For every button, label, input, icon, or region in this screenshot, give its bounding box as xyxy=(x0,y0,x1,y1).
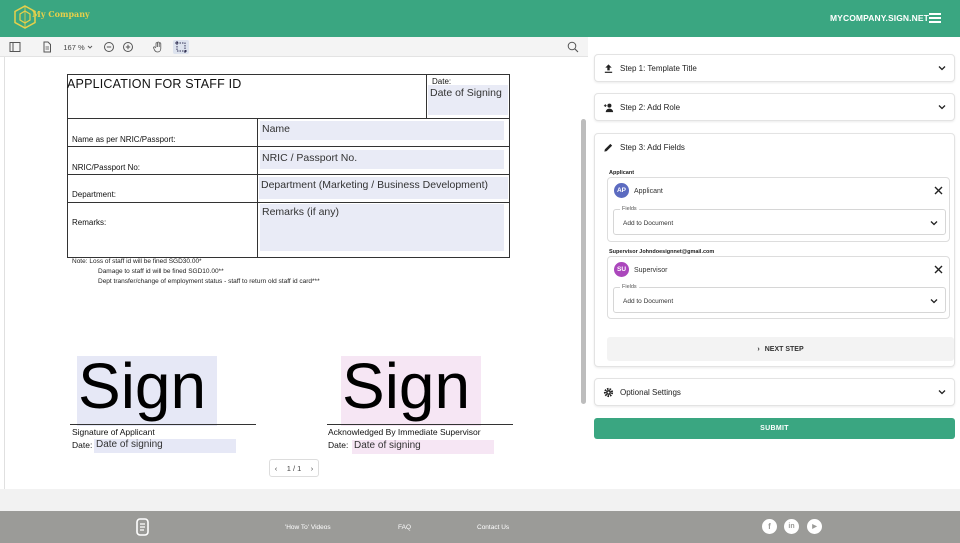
app-footer: 'How To' Videos FAQ Contact Us f in ▶ xyxy=(0,511,960,543)
chevron-down-icon xyxy=(87,45,92,49)
applicant-role-name: Applicant xyxy=(634,188,663,195)
supervisor-role-name: Supervisor xyxy=(634,267,668,274)
nric-label: NRIC/Passport No: xyxy=(72,163,141,172)
optional-settings-card[interactable]: Optional Settings xyxy=(594,378,955,406)
remarks-field[interactable]: Remarks (if any) xyxy=(260,204,504,251)
name-field[interactable]: Name xyxy=(260,121,504,140)
page-navigator: ‹ 1 / 1 › xyxy=(269,459,319,477)
step2-card[interactable]: Step 2: Add Role xyxy=(594,93,955,121)
company-name: My Company xyxy=(32,9,90,19)
chevron-down-icon[interactable] xyxy=(938,64,946,72)
nric-field[interactable]: NRIC / Passport No. xyxy=(260,150,504,169)
remarks-label: Remarks: xyxy=(72,218,107,227)
signature-line xyxy=(70,424,256,425)
facebook-icon[interactable]: f xyxy=(762,519,777,534)
optional-settings-header[interactable]: Optional Settings xyxy=(603,379,681,405)
document-icon[interactable] xyxy=(40,40,54,54)
page-indicator[interactable]: 1 / 1 xyxy=(287,464,302,473)
applicant-signature-caption: Signature of Applicant xyxy=(72,427,155,437)
supervisor-sign-text: Sign xyxy=(342,350,471,422)
footer-link-faq[interactable]: FAQ xyxy=(398,524,411,531)
close-icon[interactable] xyxy=(934,265,943,274)
supervisor-role-box: SU Supervisor Fields Add to Document xyxy=(607,256,950,319)
chevron-down-icon xyxy=(930,221,938,226)
prev-page-icon[interactable]: ‹ xyxy=(275,464,278,473)
viewer-toolbar: 167 % xyxy=(0,37,588,57)
avatar: AP xyxy=(614,183,629,198)
next-step-button[interactable]: › NEXT STEP xyxy=(607,337,954,361)
youtube-icon[interactable]: ▶ xyxy=(807,519,822,534)
supervisor-section-label: Supervisor Johndoesignnet@gmail.com xyxy=(609,249,715,255)
note-line: Dept transfer/change of employment statu… xyxy=(98,278,320,285)
note-line: Note: Loss of staff id will be fined SGD… xyxy=(72,258,202,265)
supervisor-date-field[interactable]: Date of signing xyxy=(352,440,494,454)
search-icon[interactable] xyxy=(566,40,580,54)
signature-line xyxy=(327,424,513,425)
footer-link-videos[interactable]: 'How To' Videos xyxy=(285,524,331,531)
zoom-select[interactable]: 167 % xyxy=(62,40,94,54)
note-line: Damage to staff id will be fined SGD10.0… xyxy=(98,268,224,275)
next-step-label: NEXT STEP xyxy=(764,345,804,353)
avatar: SU xyxy=(614,262,629,277)
applicant-sign-text: Sign xyxy=(78,350,207,422)
supervisor-fields-select[interactable]: Fields Add to Document xyxy=(613,284,946,313)
select-icon[interactable] xyxy=(173,40,189,54)
step1-header[interactable]: Step 1: Template Title xyxy=(603,55,697,81)
sidebar-toggle-icon[interactable] xyxy=(8,40,22,54)
form-title: APPLICATION FOR STAFF ID xyxy=(67,77,242,91)
step3-header[interactable]: Step 3: Add Fields xyxy=(603,134,685,160)
pencil-icon xyxy=(604,143,613,152)
department-label: Department: xyxy=(72,190,117,199)
viewer-scrollbar[interactable] xyxy=(581,119,586,404)
chevron-right-icon: › xyxy=(757,345,760,353)
app-header: My Company MYCOMPANY.SIGN.NET xyxy=(0,0,960,37)
department-field[interactable]: Department (Marketing / Business Develop… xyxy=(259,177,508,199)
step3-label: Step 3: Add Fields xyxy=(620,142,685,152)
name-label: Name as per NRIC/Passport: xyxy=(72,135,176,144)
close-icon[interactable] xyxy=(934,186,943,195)
applicant-date-field[interactable]: Date of signing xyxy=(94,439,236,453)
hand-icon[interactable] xyxy=(151,40,165,54)
zoom-in-icon[interactable] xyxy=(121,40,135,54)
date-of-signing-field[interactable]: Date of Signing xyxy=(428,85,508,115)
zoom-out-icon[interactable] xyxy=(102,40,116,54)
step1-label: Step 1: Template Title xyxy=(620,63,697,73)
menu-icon[interactable] xyxy=(929,13,941,23)
fields-label: Fields xyxy=(620,206,639,212)
applicant-date-label: Date: xyxy=(72,440,93,450)
applicant-section-label: Applicant xyxy=(609,170,635,176)
footer-link-contact[interactable]: Contact Us xyxy=(477,524,509,531)
fields-value: Add to Document xyxy=(623,298,674,305)
fields-value: Add to Document xyxy=(623,220,674,227)
step2-header[interactable]: Step 2: Add Role xyxy=(603,94,680,120)
optional-settings-label: Optional Settings xyxy=(620,387,681,397)
chevron-down-icon[interactable] xyxy=(938,103,946,111)
submit-button[interactable]: SUBMIT xyxy=(594,418,955,439)
step3-card: Step 3: Add Fields Applicant AP Applican… xyxy=(594,133,955,367)
footer-logo-icon[interactable] xyxy=(135,517,151,537)
chevron-down-icon[interactable] xyxy=(938,388,946,396)
supervisor-signature-caption: Acknowledged By Immediate Supervisor xyxy=(328,427,481,437)
side-panel: Step 1: Template Title Step 2: Add Role … xyxy=(588,37,960,489)
gear-icon xyxy=(603,387,614,397)
chevron-down-icon xyxy=(930,299,938,304)
upload-icon xyxy=(604,63,613,73)
site-link[interactable]: MYCOMPANY.SIGN.NET xyxy=(830,13,929,23)
applicant-role-box: AP Applicant Fields Add to Document xyxy=(607,177,950,242)
linkedin-icon[interactable]: in xyxy=(784,519,799,534)
step1-card[interactable]: Step 1: Template Title xyxy=(594,54,955,82)
zoom-value: 167 % xyxy=(63,42,85,52)
step2-label: Step 2: Add Role xyxy=(620,102,681,112)
add-person-icon xyxy=(603,103,614,112)
applicant-fields-select[interactable]: Fields Add to Document xyxy=(613,206,946,235)
supervisor-date-label: Date: xyxy=(328,440,349,450)
next-page-icon[interactable]: › xyxy=(311,464,314,473)
fields-label: Fields xyxy=(620,284,639,290)
